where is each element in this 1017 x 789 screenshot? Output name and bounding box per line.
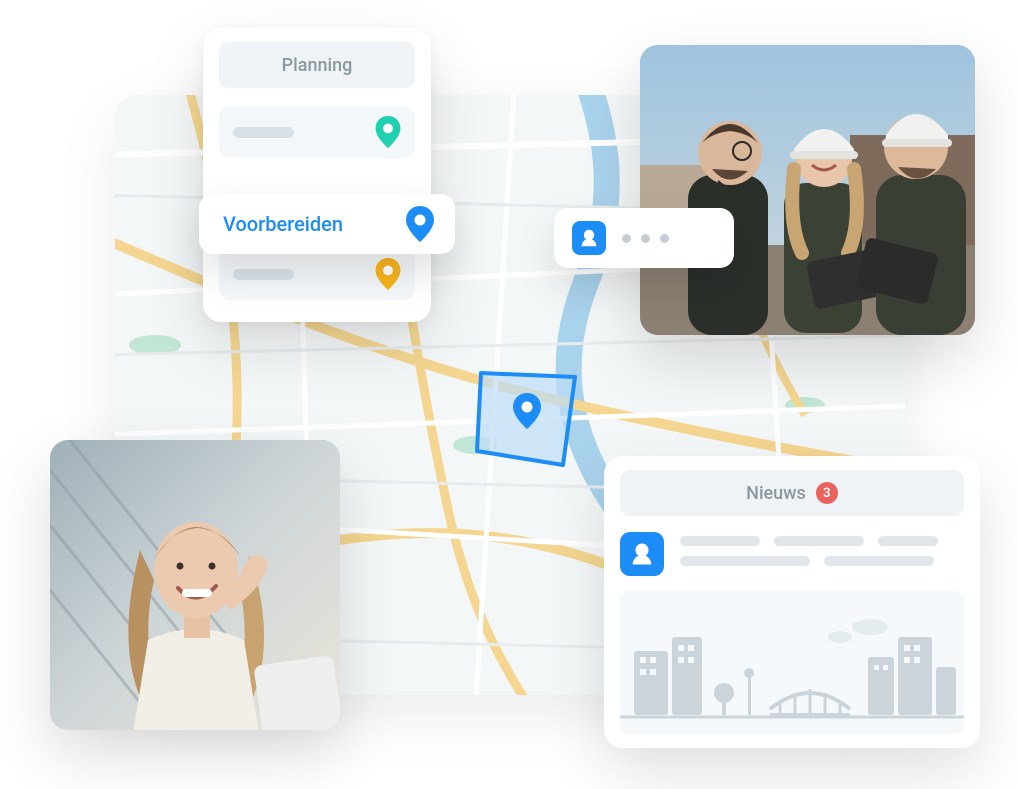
news-title: Nieuws (746, 483, 806, 504)
pin-icon (375, 258, 401, 290)
planning-item-1[interactable] (219, 106, 415, 158)
placeholder-line (233, 269, 294, 280)
planning-cta-label: Voorbereiden (223, 212, 343, 236)
typing-indicator-card (554, 208, 734, 268)
placeholder-line (233, 127, 294, 138)
news-illustration (620, 590, 964, 734)
placeholder-line (774, 536, 864, 546)
placeholder-line (878, 536, 938, 546)
planning-card: Planning Voorbereiden (203, 28, 431, 322)
placeholder-line (680, 536, 760, 546)
planning-cta[interactable]: Voorbereiden (199, 194, 455, 254)
news-post[interactable] (620, 532, 964, 576)
typing-dots-icon (622, 234, 669, 243)
photo-woman-phone (50, 440, 340, 730)
news-badge: 3 (816, 482, 838, 504)
avatar-icon (620, 532, 664, 576)
pin-icon (405, 206, 435, 242)
pin-icon (375, 116, 401, 148)
avatar-icon (572, 221, 606, 255)
news-header: Nieuws 3 (620, 470, 964, 516)
news-card: Nieuws 3 (604, 456, 980, 748)
placeholder-line (680, 556, 810, 566)
planning-title: Planning (219, 42, 415, 88)
photo-workers (640, 45, 975, 335)
placeholder-line (824, 556, 934, 566)
planning-item-2[interactable] (219, 248, 415, 300)
